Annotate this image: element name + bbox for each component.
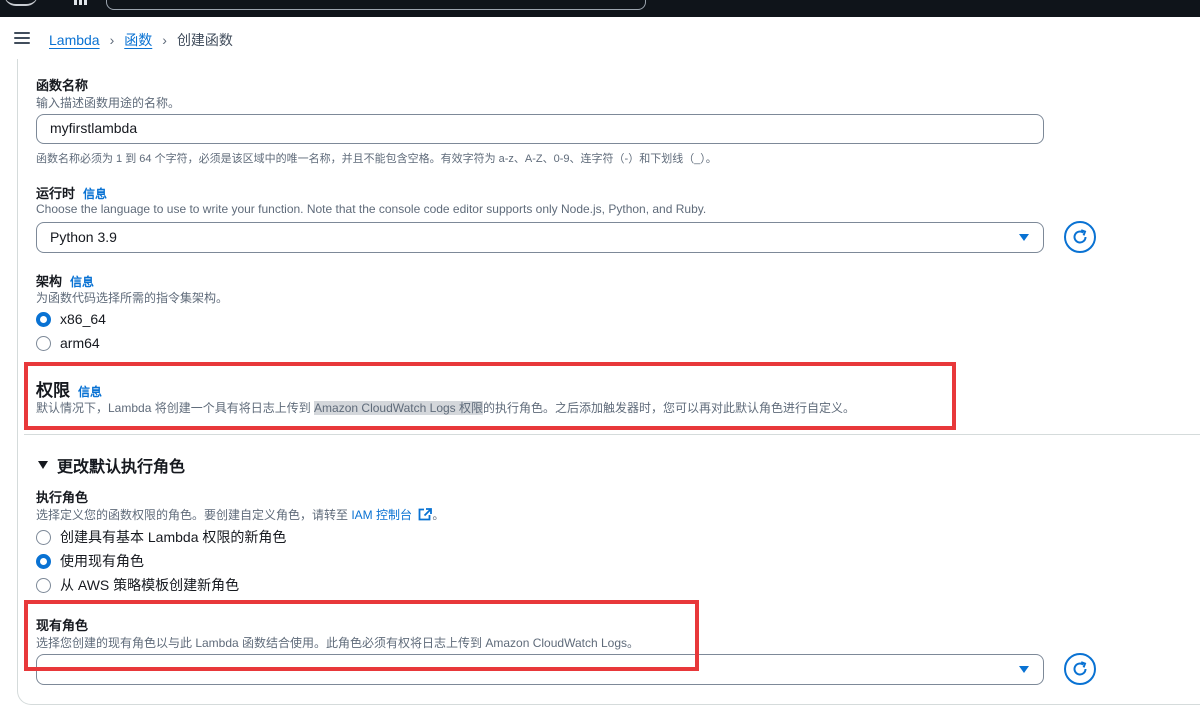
architecture-info-link[interactable]: 信息: [70, 275, 94, 289]
role-option-create-basic[interactable]: 创建具有基本 Lambda 权限的新角色: [36, 527, 286, 547]
execution-role-desc-after: 。: [432, 508, 445, 522]
function-name-constraint: 函数名称必须为 1 到 64 个字符，必须是该区域中的唯一名称，并且不能包含空格…: [36, 153, 717, 165]
function-name-description: 输入描述函数用途的名称。: [36, 96, 181, 110]
existing-role-refresh-button[interactable]: [1064, 653, 1096, 685]
change-role-toggle[interactable]: 更改默认执行角色: [38, 453, 185, 477]
role-option-label: 从 AWS 策略模板创建新角色: [60, 577, 240, 593]
chevron-right-icon: ›: [162, 32, 167, 48]
breadcrumb: Lambda › 函数 › 创建函数: [49, 30, 233, 50]
search-input[interactable]: [106, 0, 646, 10]
top-navigation-bar: [0, 0, 1200, 17]
section-divider: [24, 434, 1200, 435]
runtime-refresh-button[interactable]: [1064, 221, 1096, 253]
runtime-description: Choose the language to use to write your…: [36, 202, 707, 216]
runtime-label-text: 运行时: [36, 186, 76, 201]
function-name-label: 函数名称: [36, 78, 89, 93]
role-option-label: 创建具有基本 Lambda 权限的新角色: [60, 529, 287, 545]
runtime-label: 运行时 信息: [36, 183, 107, 202]
caret-down-icon: [38, 461, 48, 469]
runtime-select[interactable]: Python 3.9: [36, 222, 1044, 253]
architecture-option-x86[interactable]: x86_64: [36, 311, 106, 327]
refresh-icon: [1073, 661, 1087, 676]
breadcrumb-functions[interactable]: 函数: [124, 30, 152, 50]
architecture-option-label: x86_64: [60, 311, 106, 327]
hamburger-menu-icon[interactable]: [14, 32, 30, 44]
execution-role-label: 执行角色: [36, 490, 89, 505]
runtime-selected-value: Python 3.9: [50, 229, 117, 245]
services-grid-icon[interactable]: [74, 0, 88, 6]
breadcrumb-lambda[interactable]: Lambda: [49, 32, 100, 48]
architecture-label: 架构 信息: [36, 271, 94, 290]
architecture-label-text: 架构: [36, 274, 63, 289]
annotation-box-existing-role: [24, 600, 699, 671]
execution-role-description: 选择定义您的函数权限的角色。要创建自定义角色，请转至 IAM 控制台 。: [36, 506, 444, 523]
architecture-description: 为函数代码选择所需的指令集架构。: [36, 291, 229, 305]
caret-down-icon: [1019, 666, 1029, 673]
runtime-info-link[interactable]: 信息: [83, 187, 107, 201]
radio-unselected-icon[interactable]: [36, 577, 51, 593]
architecture-option-arm64[interactable]: arm64: [36, 335, 100, 351]
caret-down-icon: [1019, 234, 1029, 241]
breadcrumb-current: 创建函数: [176, 32, 233, 48]
radio-selected-icon[interactable]: [36, 311, 51, 327]
radio-selected-icon[interactable]: [36, 553, 51, 569]
annotation-box-permissions: [24, 362, 956, 430]
architecture-option-label: arm64: [60, 335, 100, 351]
aws-logo-icon[interactable]: [4, 0, 38, 6]
role-option-label: 使用现有角色: [60, 553, 144, 569]
function-name-input[interactable]: myfirstlambda: [36, 114, 1044, 144]
radio-unselected-icon[interactable]: [36, 335, 51, 351]
role-option-from-template[interactable]: 从 AWS 策略模板创建新角色: [36, 575, 239, 595]
external-link-icon[interactable]: [418, 508, 433, 521]
breadcrumb-bar: Lambda › 函数 › 创建函数: [0, 17, 1200, 59]
chevron-right-icon: ›: [109, 32, 115, 48]
iam-console-link[interactable]: IAM 控制台: [351, 508, 412, 522]
change-role-title: 更改默认执行角色: [57, 459, 186, 476]
radio-unselected-icon[interactable]: [36, 529, 51, 545]
role-option-use-existing[interactable]: 使用现有角色: [36, 551, 144, 571]
execution-role-desc-before: 选择定义您的函数权限的角色。要创建自定义角色，请转至: [36, 508, 352, 522]
refresh-icon: [1073, 229, 1087, 244]
